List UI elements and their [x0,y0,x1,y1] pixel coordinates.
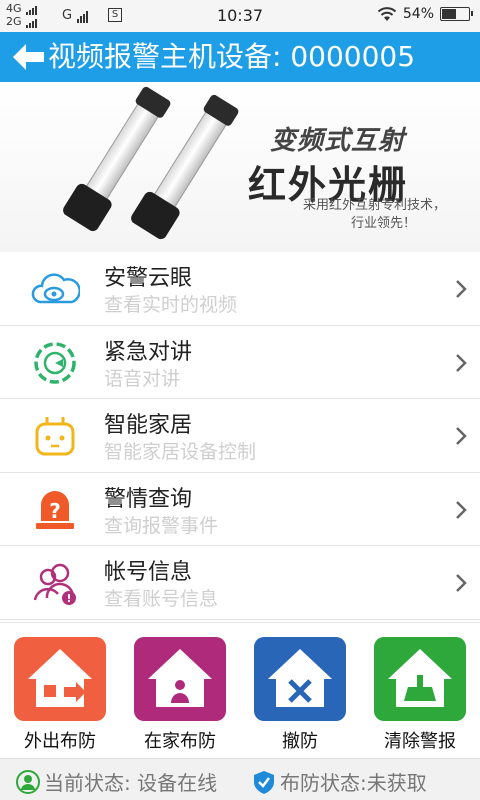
menu-title: 安警云眼 [104,266,193,291]
menu-item-cloud-eye[interactable]: 安警云眼 查看实时的视频 [0,252,480,326]
menu-title: 警情查询 [104,486,193,512]
promo-banner[interactable]: 变频式互射 红外光栅 采用红外互射专利技术， 行业领先！ [0,82,480,252]
chevron-right-icon [456,427,467,446]
chevron-right-icon [456,574,467,593]
status-footer: 当前状态: 设备在线 布防状态:未获取 [0,758,480,800]
action-label: 在家布防 [144,731,216,752]
action-tile[interactable] [374,637,466,721]
menu-item-smart-home[interactable]: 智能家居 智能家居设备控制 [0,399,480,473]
clear-alarm-button[interactable]: 清除警报 [374,637,466,753]
account-icon: ! [33,564,76,606]
menu-item-alarm-query[interactable]: ? 警情查询 查询报警事件 [0,472,480,547]
away-arm-icon [28,649,92,707]
arm-status: 布防状态:未获取 [252,767,427,796]
action-tile[interactable] [254,637,346,721]
battery-level [442,9,457,19]
action-tile[interactable] [14,637,106,721]
shield-icon [254,770,274,794]
arm-actions: 外出布防 在家布防 撤防 清除警报 [0,622,480,752]
menu-title: 智能家居 [104,413,193,439]
app-header: 视频报警主机设备: 0000005 [0,32,480,82]
menu-item-account[interactable]: ! 帐号信息 查看账号信息 [0,546,480,620]
home-arm-button[interactable]: 在家布防 [134,637,226,753]
banner-tagline-2: 行业领先！ [350,216,416,231]
menu-subtitle: 智能家居设备控制 [104,441,257,464]
battery-percent: 54% [402,6,434,22]
disarm-button[interactable]: 撤防 [254,637,346,753]
status-right: 54% [377,6,473,22]
device-status: 当前状态: 设备在线 [16,767,217,796]
clear-alarm-icon [388,649,452,707]
menu-subtitle: 查看账号信息 [104,588,219,611]
menu-title: 紧急对讲 [104,339,193,365]
user-online-icon [16,769,40,794]
action-label: 外出布防 [24,731,96,752]
current-status-text: 当前状态: 设备在线 [44,771,218,795]
menu-title: 帐号信息 [104,560,193,586]
chevron-right-icon [456,500,467,519]
menu-subtitle: 查询报警事件 [104,514,219,537]
chevron-right-icon [456,353,467,372]
action-label: 清除警报 [384,731,456,752]
status-bar: 4G 2G G S 10:37 54% [0,0,480,32]
svg-text:!: ! [66,592,71,605]
action-label: 撤防 [282,731,318,752]
banner-headline: 变频式互射 [270,126,406,156]
wifi-icon [377,7,397,21]
home-arm-icon [148,649,212,707]
cloud-camera-icon [31,273,80,304]
smart-plug-icon [35,417,75,456]
feature-menu: 安警云眼 查看实时的视频 紧急对讲 语音对讲 智能家居 智能家居设备控制 ? 警… [0,252,480,620]
action-tile[interactable] [134,637,226,721]
menu-subtitle: 语音对讲 [104,367,181,390]
banner-tagline: 采用红外互射专利技术， [302,198,446,213]
svg-text:?: ? [49,499,61,523]
page-title: 视频报警主机设备: 0000005 [48,40,416,73]
arrow-left-icon[interactable] [10,41,46,73]
intercom-icon [34,341,76,384]
menu-item-intercom[interactable]: 紧急对讲 语音对讲 [0,325,480,400]
arm-status-text: 布防状态:未获取 [280,771,427,795]
away-arm-button[interactable]: 外出布防 [14,637,106,753]
menu-subtitle: 查看实时的视频 [104,294,238,316]
alarm-light-icon: ? [36,490,74,529]
disarm-icon [268,649,332,707]
battery-icon [440,7,473,21]
chevron-right-icon [456,280,467,298]
